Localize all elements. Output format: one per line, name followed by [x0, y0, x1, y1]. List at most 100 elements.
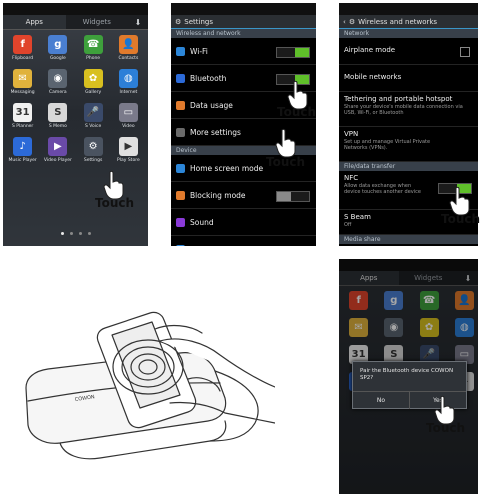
settings-row-label: More settings — [190, 127, 241, 137]
app-s-memo[interactable]: S S Memo — [40, 103, 75, 129]
app-flipboard[interactable]: f Flipboard — [5, 35, 40, 61]
app-gallery[interactable]: ✿ Gallery — [76, 69, 111, 95]
vpn-row[interactable]: VPN Set up and manage Virtual Private Ne… — [339, 127, 478, 162]
settings-row-label: Blocking mode — [190, 190, 246, 200]
no-button[interactable]: No — [353, 392, 409, 409]
status-bar — [339, 3, 478, 15]
app-microphone[interactable]: 🎤 S Voice — [76, 103, 111, 129]
app-label: Camera — [49, 90, 67, 95]
tapping-hand-icon — [449, 186, 470, 216]
tethering-row[interactable]: Tethering and portable hotspot Share you… — [339, 92, 478, 127]
app-contacts[interactable]: 👤 Contacts — [111, 35, 146, 61]
settings-row-display[interactable]: Display — [171, 236, 316, 246]
tapping-hand-icon — [103, 170, 124, 200]
toggle-knob — [277, 192, 291, 201]
app-grid: f Flipboard g Google ☎ Phone 👤 Contacts ✉ Messagi… — [5, 35, 146, 163]
settings-screen: ⚙ Settings Wireless and network Wi-Fi Blu… — [171, 3, 316, 246]
app-label: Google — [49, 56, 66, 61]
video-player-icon: ▶ — [48, 137, 68, 156]
video-icon: ▭ — [118, 103, 138, 122]
home-screen-icon — [176, 163, 185, 173]
settings-row-label: Wi-Fi — [190, 46, 208, 56]
data-usage-icon — [176, 100, 185, 110]
section-network: Network — [339, 29, 478, 38]
wireless-header: ‹ ⚙ Wireless and networks — [339, 15, 478, 29]
calendar-icon: 31 — [13, 103, 33, 122]
app-calendar[interactable]: 31 S Planner — [5, 103, 40, 129]
app-messaging[interactable]: ✉ Messaging — [5, 69, 40, 95]
play-store-icon: ▶ — [118, 137, 138, 156]
app-label: Gallery — [85, 90, 102, 95]
settings-row-label: Data usage — [190, 100, 233, 110]
settings-gear-icon: ⚙ — [175, 17, 182, 26]
app-label: S Memo — [48, 124, 67, 129]
tapping-hand-icon — [275, 128, 296, 158]
page-dot — [69, 232, 73, 235]
page-dot — [87, 232, 91, 235]
settings-row-blocking-mode[interactable]: Blocking mode — [171, 182, 316, 209]
airplane-mode-row[interactable]: Airplane mode — [339, 38, 478, 65]
settings-gear-icon: ⚙ — [83, 137, 103, 156]
app-label: S Voice — [84, 124, 102, 129]
section-media-share: Media share — [339, 235, 478, 244]
app-label: Flipboard — [12, 56, 34, 61]
apps-tab-bar: Apps Widgets ⬇ — [3, 15, 148, 30]
airplane-mode-checkbox[interactable] — [460, 47, 470, 57]
music-player-icon: ♪ — [13, 137, 33, 156]
phone-icon: ☎ — [83, 35, 103, 54]
wifi-toggle[interactable] — [276, 47, 310, 58]
tapping-hand-icon — [287, 80, 308, 110]
app-label: Internet — [119, 90, 138, 95]
page-dot — [78, 232, 82, 235]
app-label: S Planner — [11, 124, 34, 129]
blocking-mode-icon — [176, 190, 185, 200]
settings-row-sound[interactable]: Sound — [171, 209, 316, 236]
bluetooth-pairing-screen: Apps Widgets ⬇ fg☎👤✉◉✿◍31S🎤▭♪▶⚙▶ Pair th… — [339, 259, 478, 494]
back-chevron-icon[interactable]: ‹ — [343, 18, 346, 26]
settings-row-wifi[interactable]: Wi-Fi — [171, 38, 316, 65]
airplane-mode-label: Airplane mode — [344, 46, 396, 54]
s-memo-icon: S — [48, 103, 68, 122]
app-label: Play Store — [117, 158, 140, 163]
wireless-title: Wireless and networks — [358, 17, 438, 26]
nfc-pairing-illustration: COWON — [25, 311, 275, 460]
vpn-label: VPN — [344, 130, 359, 138]
blocking-mode-toggle[interactable] — [276, 191, 310, 202]
app-label: Phone — [86, 56, 101, 61]
microphone-icon: 🎤 — [83, 103, 103, 122]
app-video-player[interactable]: ▶ Video Player — [40, 137, 75, 163]
app-label: Messaging — [10, 90, 35, 95]
app-play-store[interactable]: ▶ Play Store — [111, 137, 146, 163]
contacts-icon: 👤 — [118, 35, 138, 54]
settings-gear-icon: ⚙ — [348, 17, 356, 26]
mobile-networks-row[interactable]: Mobile networks — [339, 65, 478, 92]
bluetooth-icon — [176, 73, 185, 83]
tethering-label: Tethering and portable hotspot — [344, 95, 453, 103]
app-internet[interactable]: ◍ Internet — [111, 69, 146, 95]
tethering-description: Share your device's mobile data connecti… — [344, 104, 463, 116]
mobile-networks-label: Mobile networks — [344, 73, 402, 81]
app-phone[interactable]: ☎ Phone — [76, 35, 111, 61]
app-camera[interactable]: ◉ Camera — [40, 69, 75, 95]
app-settings-gear[interactable]: ⚙ Settings — [76, 137, 111, 163]
tab-widgets[interactable]: Widgets — [66, 15, 129, 29]
settings-row-label: Bluetooth — [190, 73, 227, 83]
settings-title: Settings — [184, 17, 213, 26]
settings-row-label: Home screen mode — [190, 163, 264, 173]
tab-apps[interactable]: Apps — [3, 15, 66, 29]
app-video[interactable]: ▭ Video — [111, 103, 146, 129]
pair-message: Pair the Bluetooth device COWON SP2? — [360, 368, 454, 381]
camera-icon: ◉ — [48, 69, 68, 88]
settings-row-label: Display — [190, 245, 218, 247]
toggle-knob — [295, 48, 309, 57]
status-bar — [3, 3, 148, 15]
download-icon[interactable]: ⬇ — [128, 15, 148, 29]
app-google[interactable]: g Google — [40, 35, 75, 61]
app-label: Music Player — [8, 158, 37, 163]
page-dot — [60, 232, 64, 235]
app-music-player[interactable]: ♪ Music Player — [5, 137, 40, 163]
section-file-data-transfer: File/data transfer — [339, 162, 478, 171]
more-settings-icon — [176, 127, 185, 137]
wifi-icon — [176, 46, 185, 56]
settings-row-label: Sound — [190, 217, 214, 227]
